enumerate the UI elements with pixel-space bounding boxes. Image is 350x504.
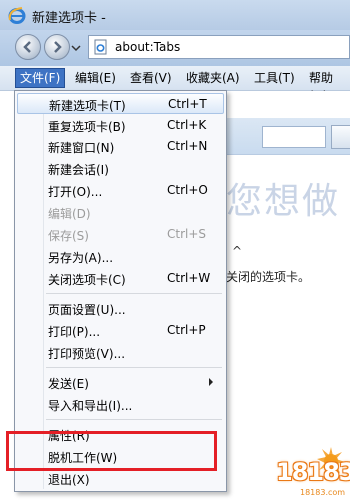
navigation-bar: about:Tabs — [0, 30, 350, 66]
menu-item-shortcut: Ctrl+N — [167, 139, 208, 153]
caret-icon: ^ — [232, 244, 243, 258]
forward-arrow-icon — [54, 41, 62, 53]
menu-item-print-preview[interactable]: 打印预览(V)... — [17, 342, 224, 363]
page-heading: 您想做 — [226, 181, 341, 222]
menu-item-print[interactable]: 打印(P)... Ctrl+P — [17, 320, 224, 341]
submenu-arrow-icon — [209, 378, 213, 386]
menu-item-import-export[interactable]: 导入和导出(I)... — [17, 394, 224, 415]
menu-item-shortcut: Ctrl+W — [167, 271, 211, 285]
highlight-box — [6, 431, 217, 471]
menu-item-close-tab[interactable]: 关闭选项卡(C) Ctrl+W — [17, 268, 224, 289]
back-button[interactable] — [15, 34, 41, 60]
menu-item-label: 编辑(D) — [48, 207, 91, 221]
menu-item-label: 新建选项卡(T) — [49, 99, 126, 113]
address-url: about:Tabs — [115, 40, 181, 54]
search-box[interactable] — [262, 126, 326, 148]
menu-item-label: 打开(O)... — [48, 185, 103, 199]
menu-file[interactable]: 文件(F) — [15, 68, 66, 88]
menu-favorites[interactable]: 收藏夹(A) — [182, 69, 244, 87]
menu-edit[interactable]: 编辑(E) — [71, 69, 120, 87]
menu-item-label: 另存为(A)... — [48, 251, 114, 265]
menu-item-label: 重复选项卡(B) — [48, 120, 126, 134]
menu-item-label: 打印预览(V)... — [48, 347, 126, 361]
menu-item-new-tab[interactable]: 新建选项卡(T) Ctrl+T — [17, 93, 224, 114]
menu-item-save-as[interactable]: 另存为(A)... — [17, 246, 224, 267]
menu-item-label: 退出(X) — [48, 473, 90, 487]
title-bar: 新建选项卡 - — [0, 0, 350, 30]
address-bar[interactable]: about:Tabs — [88, 35, 350, 59]
menu-item-label: 页面设置(U)... — [48, 303, 126, 317]
page-icon — [94, 39, 107, 55]
menu-item-new-window[interactable]: 新建窗口(N) Ctrl+N — [17, 136, 224, 157]
menu-separator — [46, 293, 222, 294]
menu-item-label: 导入和导出(I)... — [48, 399, 133, 413]
menu-item-page-setup[interactable]: 页面设置(U)... — [17, 298, 224, 319]
menu-view[interactable]: 查看(V) — [126, 69, 176, 87]
menu-item-label: 关闭选项卡(C) — [48, 273, 126, 287]
menu-item-exit[interactable]: 退出(X) — [17, 468, 224, 489]
menu-item-new-session[interactable]: 新建会话(I) — [17, 158, 224, 179]
menu-item-shortcut: Ctrl+T — [168, 97, 207, 111]
menu-item-save: 保存(S) Ctrl+S — [17, 224, 224, 245]
toolbar-strip — [226, 118, 350, 155]
menu-tools[interactable]: 工具(T) — [250, 69, 299, 87]
menu-item-label: 新建会话(I) — [48, 163, 109, 177]
menu-item-duplicate-tab[interactable]: 重复选项卡(B) Ctrl+K — [17, 115, 224, 136]
menu-bar: 文件(F) 编辑(E) 查看(V) 收藏夹(A) 工具(T) 帮助(H) — [0, 66, 350, 103]
page-text: 关闭的选项卡。 — [226, 270, 311, 284]
watermark-logo: 18183 — [276, 458, 350, 486]
ie-logo-icon — [8, 7, 26, 24]
menu-item-send[interactable]: 发送(E) — [17, 372, 224, 393]
watermark-url: 18183.com — [300, 488, 346, 497]
menu-item-edit: 编辑(D) — [17, 202, 224, 223]
back-arrow-icon — [23, 41, 31, 53]
menu-separator — [46, 367, 222, 368]
menu-item-label: 打印(P)... — [48, 325, 101, 339]
toolbar-button[interactable] — [331, 125, 350, 149]
menu-item-shortcut: Ctrl+K — [167, 118, 207, 132]
menu-item-shortcut: Ctrl+P — [167, 323, 206, 337]
menu-item-label: 保存(S) — [48, 229, 89, 243]
menu-item-label: 新建窗口(N) — [48, 141, 115, 155]
history-dropdown-icon[interactable] — [71, 44, 81, 52]
window-title: 新建选项卡 - — [32, 11, 106, 26]
menu-item-open[interactable]: 打开(O)... Ctrl+O — [17, 180, 224, 201]
menu-item-shortcut: Ctrl+O — [167, 183, 208, 197]
menu-item-shortcut: Ctrl+S — [167, 227, 207, 241]
menu-help[interactable]: 帮助(H) — [305, 69, 350, 103]
menu-separator — [46, 419, 222, 420]
forward-button[interactable] — [44, 34, 70, 60]
menu-item-label: 发送(E) — [48, 377, 89, 391]
